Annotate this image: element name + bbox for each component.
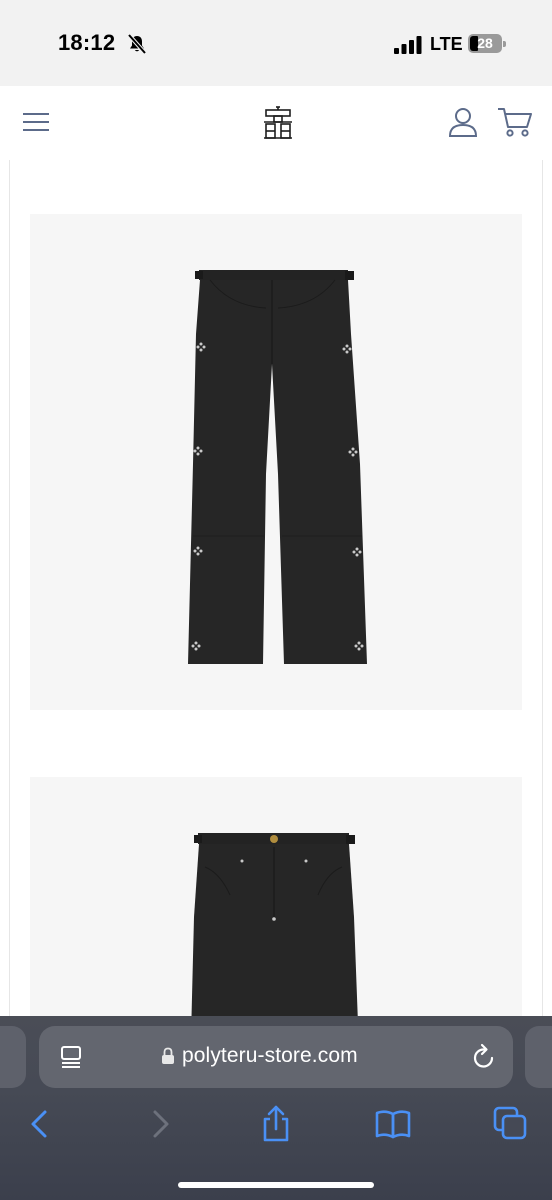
user-icon[interactable] <box>447 106 479 138</box>
network-type: LTE <box>430 34 463 54</box>
previous-tab-preview[interactable] <box>0 1026 26 1088</box>
reader-icon[interactable] <box>59 1044 85 1070</box>
product-image-pants-back <box>30 214 522 710</box>
product-image-card[interactable] <box>30 777 522 1016</box>
forward-icon[interactable] <box>140 1104 180 1144</box>
cart-icon[interactable] <box>497 106 533 138</box>
battery-cap <box>503 41 506 47</box>
brand-logo[interactable] <box>262 106 294 140</box>
hamburger-menu-icon[interactable] <box>22 110 50 134</box>
bookmarks-icon[interactable] <box>373 1104 413 1144</box>
status-time: 18:12 <box>58 30 116 55</box>
reload-icon[interactable] <box>471 1043 497 1071</box>
url-text: polyteru-store.com <box>182 1044 358 1067</box>
site-header <box>0 86 552 161</box>
status-bar: 18:12 LTE 28 <box>0 0 552 86</box>
content-divider-left <box>9 160 10 1016</box>
share-icon[interactable] <box>256 1104 296 1144</box>
next-tab-preview[interactable] <box>525 1026 552 1088</box>
bell-slash-icon <box>127 33 147 55</box>
home-indicator[interactable] <box>178 1182 374 1188</box>
product-image-pants-front <box>30 777 522 1016</box>
signal-icon <box>394 36 422 54</box>
battery-percent: 28 <box>477 35 493 51</box>
address-bar[interactable]: polyteru-store.com <box>39 1026 513 1088</box>
content-divider-right <box>542 160 543 1016</box>
product-image-card[interactable] <box>30 214 522 710</box>
product-gallery <box>0 160 552 1016</box>
tabs-icon[interactable] <box>491 1104 531 1144</box>
lock-icon <box>162 1047 174 1064</box>
battery-icon: 28 <box>468 34 502 53</box>
back-icon[interactable] <box>20 1104 60 1144</box>
browser-toolbar: polyteru-store.com <box>0 1016 552 1200</box>
